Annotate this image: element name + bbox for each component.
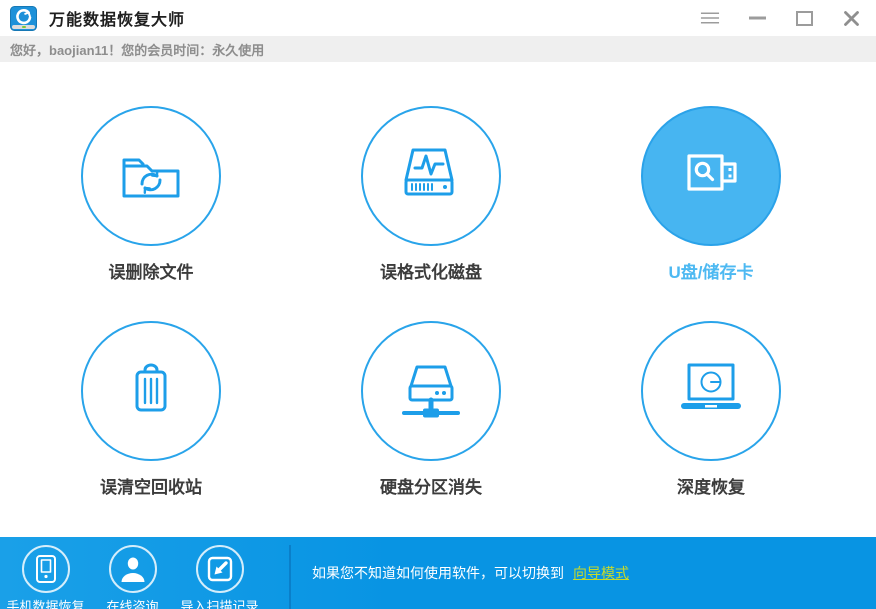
footer-bar: 手机数据恢复 在线咨询 导入扫描记录 如果您不知道如何使用软件，可以切换到 向导… <box>0 537 876 609</box>
footer-actions: 手机数据恢复 在线咨询 导入扫描记录 <box>2 545 263 609</box>
footer-circle[interactable] <box>195 545 244 593</box>
title-bar: 万能数据恢复大师 <box>0 0 876 36</box>
person-icon <box>118 554 148 584</box>
window-controls <box>700 8 861 28</box>
feature-circle[interactable] <box>641 321 781 461</box>
laptop-clock-icon <box>673 359 749 423</box>
feature-label: 硬盘分区消失 <box>380 478 482 497</box>
minimize-icon[interactable] <box>747 8 767 28</box>
member-status-bar: 您好，baojian11！您的会员时间：永久使用 <box>0 36 876 62</box>
member-status-text: 您好，baojian11！您的会员时间：永久使用 <box>10 42 265 58</box>
footer-item-label: 在线咨询 <box>106 599 159 609</box>
main-area: 误删除文件 误格式化磁盘 U盘/储存卡 误清空回收站 硬盘分区消失 深度恢复 <box>0 62 876 498</box>
wizard-mode-link[interactable]: 向导模式 <box>573 563 629 583</box>
footer-hint: 如果您不知道如何使用软件，可以切换到 向导模式 <box>312 537 629 609</box>
usb-search-icon <box>673 144 749 208</box>
feature-label: 误删除文件 <box>108 263 194 282</box>
feature-circle[interactable] <box>81 321 221 461</box>
feature-formatted-disk[interactable]: 误格式化磁盘 <box>361 106 501 283</box>
footer-circle[interactable] <box>21 545 70 593</box>
feature-circle[interactable] <box>641 106 781 246</box>
feature-deep-recovery[interactable]: 深度恢复 <box>641 321 781 498</box>
footer-item-online-support[interactable]: 在线咨询 <box>89 545 176 609</box>
feature-label: 深度恢复 <box>677 478 745 497</box>
folder-recycle-icon <box>113 144 189 208</box>
feature-label: U盘/储存卡 <box>668 263 754 282</box>
feature-recycle-bin[interactable]: 误清空回收站 <box>81 321 221 498</box>
feature-label: 误清空回收站 <box>100 478 202 497</box>
app-window: 万能数据恢复大师 您好，baojian11！您的会员时间：永久使用 误删除文件 … <box>0 0 876 609</box>
window-title: 万能数据恢复大师 <box>49 12 186 29</box>
feature-circle[interactable] <box>81 106 221 246</box>
footer-item-import-scan[interactable]: 导入扫描记录 <box>176 545 263 609</box>
footer-item-phone-recovery[interactable]: 手机数据恢复 <box>2 545 89 609</box>
feature-label: 误格式化磁盘 <box>380 263 482 282</box>
app-logo-icon <box>10 5 37 31</box>
feature-deleted-files[interactable]: 误删除文件 <box>81 106 221 283</box>
phone-icon <box>34 554 58 584</box>
import-icon <box>205 554 235 584</box>
drive-wave-icon <box>393 144 469 208</box>
feature-circle[interactable] <box>361 321 501 461</box>
drive-network-icon <box>393 359 469 423</box>
close-icon[interactable] <box>841 8 861 28</box>
maximize-icon[interactable] <box>794 8 814 28</box>
feature-usb-card[interactable]: U盘/储存卡 <box>641 106 781 283</box>
footer-hint-text: 如果您不知道如何使用软件，可以切换到 <box>312 565 564 581</box>
feature-lost-partition[interactable]: 硬盘分区消失 <box>361 321 501 498</box>
menu-icon[interactable] <box>700 8 720 28</box>
footer-circle[interactable] <box>108 545 157 593</box>
footer-divider <box>289 545 291 609</box>
footer-item-label: 手机数据恢复 <box>6 599 85 609</box>
feature-circle[interactable] <box>361 106 501 246</box>
trash-icon <box>113 359 189 423</box>
footer-item-label: 导入扫描记录 <box>180 599 259 609</box>
